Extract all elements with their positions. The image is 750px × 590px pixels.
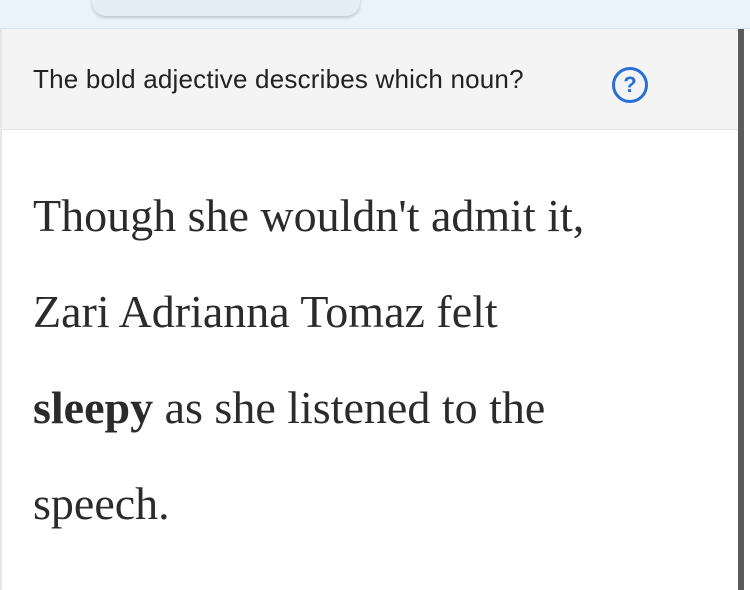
top-tab[interactable]	[92, 0, 360, 16]
passage-line-3-rest: as she listened to the	[153, 382, 546, 433]
left-border	[0, 29, 2, 590]
question-prompt: The bold adjective describes which noun?	[33, 64, 524, 94]
passage: Though she wouldn't admit it, Zari Adria…	[33, 168, 723, 552]
passage-line-4: speech.	[33, 478, 170, 529]
passage-line-2: Zari Adrianna Tomaz felt	[33, 286, 498, 337]
question-circle-icon[interactable]: ?	[612, 67, 648, 103]
scrollbar[interactable]	[738, 29, 744, 590]
bold-adjective: sleepy	[33, 382, 154, 433]
passage-line-1: Though she wouldn't admit it,	[33, 190, 585, 241]
top-strip	[0, 0, 750, 29]
passage-line-3: sleepy as she listened to the	[33, 360, 723, 456]
